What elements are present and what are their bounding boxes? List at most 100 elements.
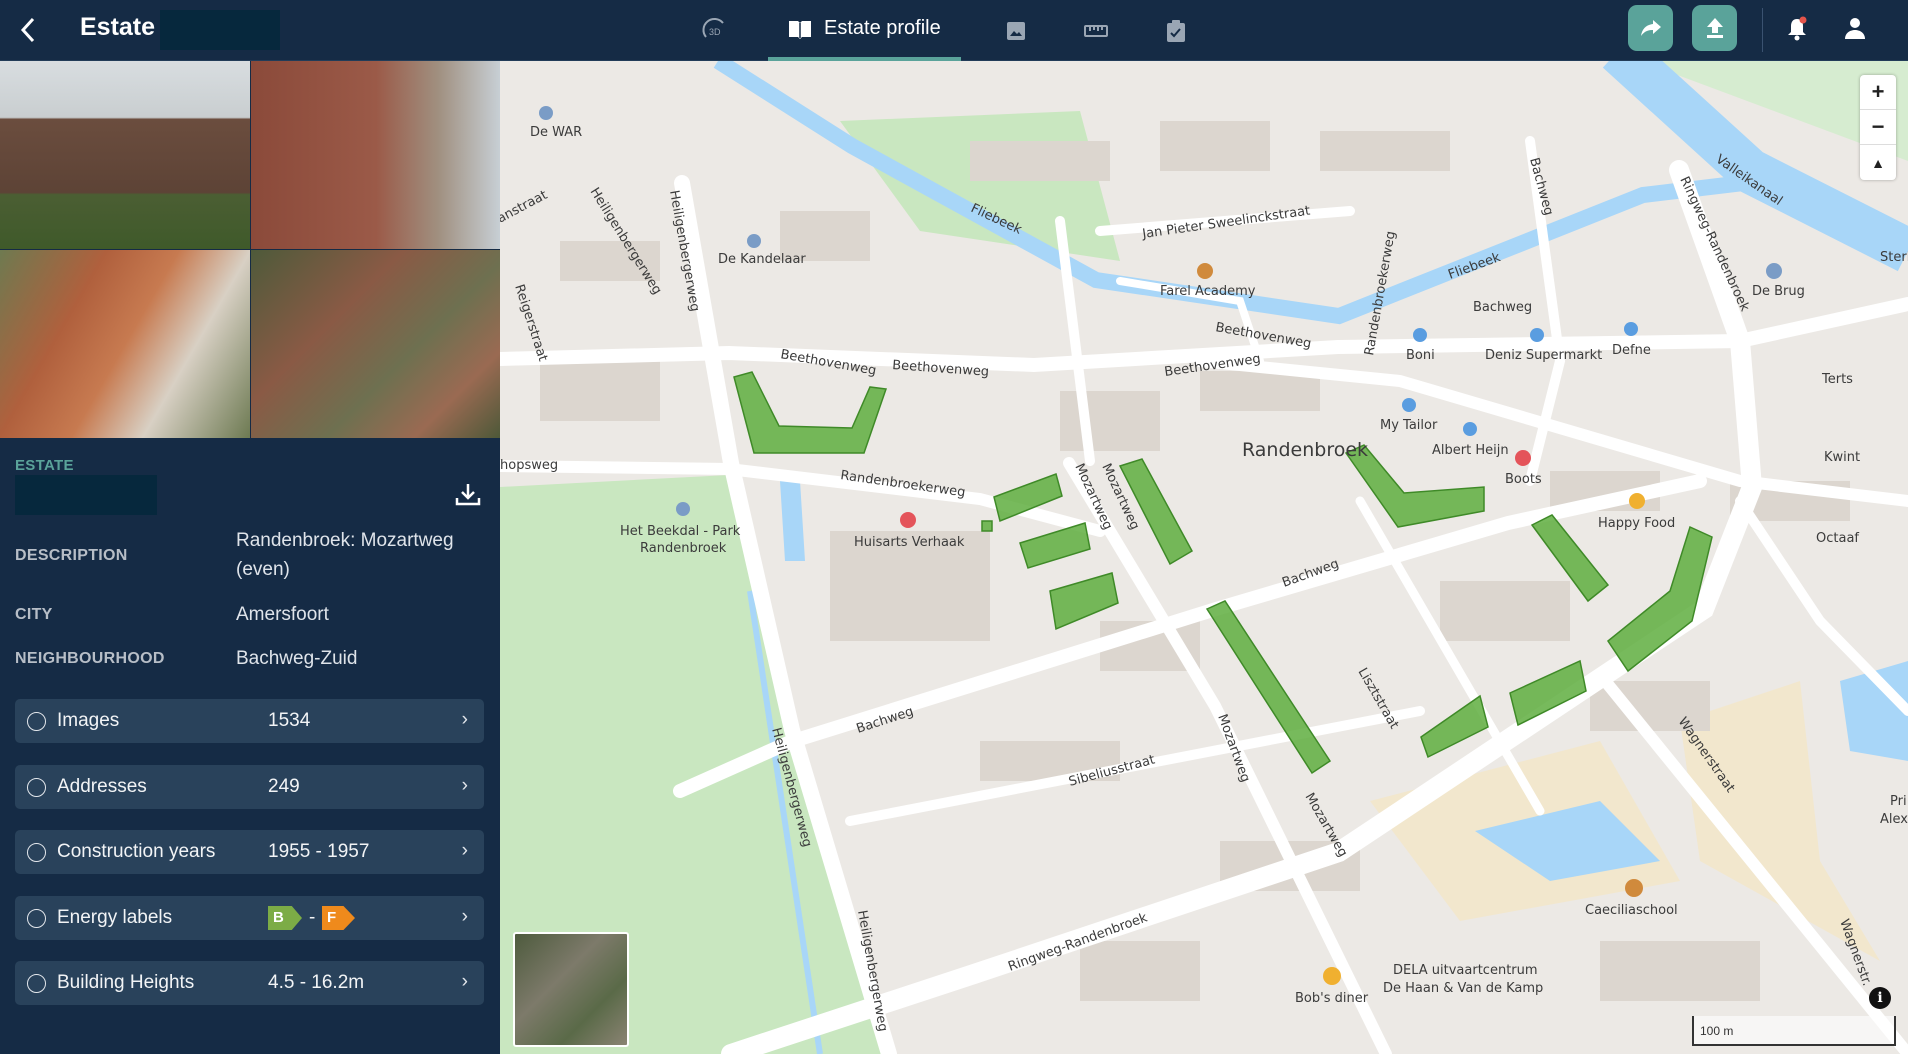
map-label: Jan Pieter Sweelinckstraat: [1140, 204, 1311, 243]
estate-building[interactable]: [733, 371, 888, 454]
addresses-radio[interactable]: [27, 778, 46, 797]
map-label: Sterk: [1880, 250, 1908, 265]
estate-building[interactable]: [1049, 572, 1119, 631]
neighbourhood-value: Bachweg-Zuid: [236, 648, 358, 669]
map-label: De Brug: [1752, 284, 1805, 299]
page-title: Estate: [80, 13, 156, 41]
chevron-right-icon: ›: [461, 775, 468, 796]
card-label: Addresses: [57, 776, 147, 797]
chevron-right-icon: ›: [461, 971, 468, 992]
satellite-minimap-toggle[interactable]: [513, 932, 629, 1047]
share-button[interactable]: [1628, 5, 1673, 51]
estate-building[interactable]: [1019, 522, 1091, 569]
description-line-1: Randenbroek: Mozartweg: [236, 530, 454, 551]
ruler-icon: [1083, 24, 1108, 37]
card-value: 249: [268, 776, 300, 797]
tab-tasks[interactable]: [1136, 0, 1216, 61]
card-value: 1534: [268, 710, 311, 731]
map-label: Het Beekdal - Park: [620, 524, 741, 539]
city-label: CITY: [15, 606, 53, 623]
park-area: [840, 111, 1120, 261]
energy-labels-card[interactable]: Energy labels B - F ›: [15, 896, 484, 940]
tab-bar: 3D Estate profile: [700, 0, 1216, 61]
estate-photo-aerial-2[interactable]: [251, 250, 501, 438]
zoom-out-button[interactable]: −: [1860, 110, 1896, 145]
card-value: 4.5 - 16.2m: [268, 972, 365, 993]
city-value: Amersfoort: [236, 604, 329, 625]
estate-photo-street-1[interactable]: [0, 61, 250, 249]
download-button[interactable]: [455, 482, 481, 511]
fliebeek-canal: [713, 61, 1761, 325]
map-label: DELA uitvaartcentrum: [1393, 963, 1538, 978]
image-icon: [1006, 21, 1025, 40]
map-label: Pri: [1890, 794, 1907, 809]
map-label: Defne: [1612, 343, 1651, 358]
tab-measure[interactable]: [1056, 0, 1136, 61]
upload-button[interactable]: [1692, 5, 1737, 51]
tab-3d[interactable]: 3D: [700, 0, 730, 61]
estate-photo-aerial-1[interactable]: [0, 250, 250, 438]
pond: [780, 481, 805, 561]
estate-building[interactable]: [981, 520, 993, 532]
scale-bar: 100 m: [1692, 1016, 1896, 1046]
bell-icon: [1788, 16, 1807, 41]
section-label: ESTATE: [15, 457, 74, 474]
addresses-card[interactable]: Addresses 249 ›: [15, 765, 484, 809]
zoom-in-button[interactable]: +: [1860, 75, 1896, 110]
energy-label-from: B: [268, 906, 302, 930]
map-label: Bachweg: [1526, 156, 1556, 217]
tab-images[interactable]: [976, 0, 1056, 61]
images-radio[interactable]: [27, 712, 46, 731]
map-label: Alexa: [1880, 812, 1908, 827]
map-label: My Tailor: [1380, 418, 1438, 433]
header-divider: [1762, 8, 1763, 52]
description-label: DESCRIPTION: [15, 547, 128, 564]
tab-estate-profile-label: Estate profile: [824, 17, 941, 39]
building-heights-card[interactable]: Building Heights 4.5 - 16.2m ›: [15, 961, 484, 1005]
map-label: Boni: [1406, 348, 1435, 363]
energy-labels-radio[interactable]: [27, 909, 46, 928]
compass-button[interactable]: ▲: [1860, 145, 1896, 180]
3d-icon: 3D: [709, 27, 721, 37]
tab-estate-profile[interactable]: Estate profile: [768, 0, 961, 61]
upload-icon: [1706, 18, 1723, 38]
map-label: hopsweg: [500, 458, 558, 473]
map-label: De Haan & Van de Kamp: [1383, 981, 1543, 996]
notifications-button[interactable]: [1785, 16, 1809, 47]
clipboard-icon: [1166, 19, 1185, 42]
estate-photo-grid: [0, 61, 501, 438]
card-label: Images: [57, 710, 120, 731]
energy-label-to: F: [322, 906, 355, 930]
estate-photo-street-2[interactable]: [251, 61, 501, 249]
map-label: Bob's diner: [1295, 991, 1369, 1006]
info-icon[interactable]: i: [1869, 987, 1891, 1009]
map-label: Farel Academy: [1160, 284, 1256, 299]
map-label: De Kandelaar: [718, 252, 806, 267]
construction-years-radio[interactable]: [27, 843, 46, 862]
building-heights-radio[interactable]: [27, 974, 46, 993]
map-label: Octaaf: [1816, 531, 1859, 546]
images-card[interactable]: Images 1534 ›: [15, 699, 484, 743]
map-canvas[interactable]: De WAR De Kandelaar Heiligenbergerweg He…: [500, 61, 1908, 1054]
map-label: Bachweg: [1473, 300, 1532, 315]
map-label: Albert Heijn: [1432, 443, 1509, 458]
map-label: Reigerstraat: [511, 283, 550, 364]
top-bar: Estate 3D Estate profile: [0, 0, 1908, 61]
chevron-right-icon: ›: [461, 906, 468, 927]
user-icon: [1845, 18, 1865, 39]
user-menu-button[interactable]: [1843, 16, 1867, 45]
card-label: Construction years: [57, 841, 216, 862]
map-label: Kwint: [1824, 450, 1860, 465]
estate-details-panel: ESTATE DESCRIPTION Randenbroek: Mozartwe…: [0, 438, 500, 1054]
chevron-right-icon: ›: [461, 709, 468, 730]
description-value: Randenbroek: Mozartweg (even): [236, 526, 454, 584]
map-label: Happy Food: [1598, 516, 1675, 531]
map-label: Randenbroek: [1242, 439, 1368, 461]
description-line-2: (even): [236, 559, 290, 580]
back-button[interactable]: [18, 14, 46, 46]
map-view[interactable]: De WAR De Kandelaar Heiligenbergerweg He…: [500, 61, 1908, 1054]
map-label: Terts: [1821, 372, 1853, 387]
construction-years-card[interactable]: Construction years 1955 - 1957 ›: [15, 830, 484, 874]
neighbourhood-label: NEIGHBOURHOOD: [15, 650, 165, 667]
map-zoom-controls: + − ▲: [1860, 75, 1896, 180]
